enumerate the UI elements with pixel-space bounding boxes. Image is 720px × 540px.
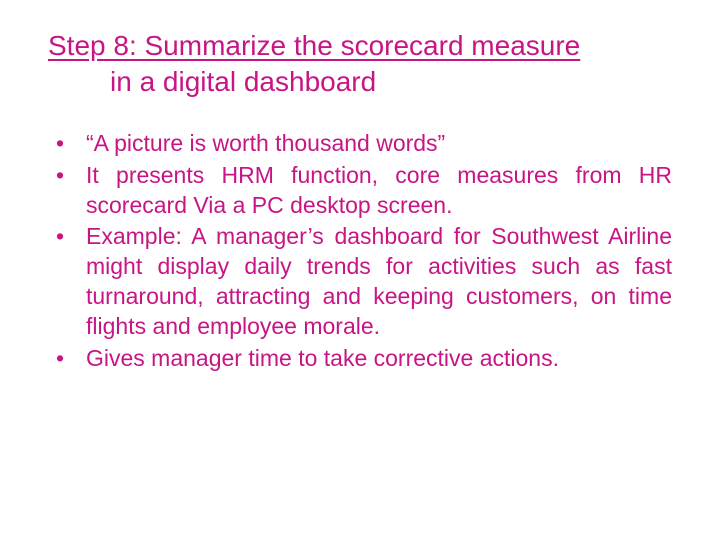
slide-container: Step 8: Summarize the scorecard measure … xyxy=(0,0,720,396)
list-item: Gives manager time to take corrective ac… xyxy=(48,344,672,374)
list-item: It presents HRM function, core measures … xyxy=(48,161,672,221)
bullet-list: “A picture is worth thousand words” It p… xyxy=(48,129,672,374)
slide-title: Step 8: Summarize the scorecard measure … xyxy=(48,28,672,101)
title-line-2: in a digital dashboard xyxy=(110,64,376,100)
list-item: Example: A manager’s dashboard for South… xyxy=(48,222,672,342)
title-line-1: Step 8: Summarize the scorecard measure xyxy=(48,30,580,61)
list-item: “A picture is worth thousand words” xyxy=(48,129,672,159)
